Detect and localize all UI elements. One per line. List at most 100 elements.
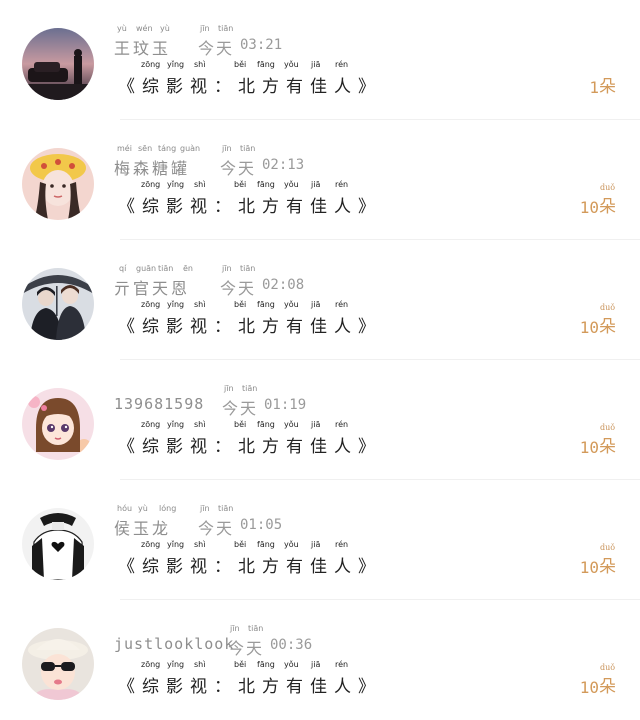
message-pinyin: jiā: [311, 180, 321, 189]
avatar[interactable]: [22, 388, 94, 460]
gift-unit-pinyin: duǒ: [600, 303, 616, 312]
comment-row[interactable]: méi sēn táng guàn 梅森糖罐 jīn tiān 今天 02:13…: [0, 120, 640, 240]
message-pinyin: yǐng: [167, 60, 185, 69]
gift-unit-pinyin: duǒ: [600, 423, 616, 432]
message-pinyin: shì: [194, 180, 206, 189]
gift-badge: 1朵: [589, 72, 616, 100]
message-pinyin: fāng: [257, 540, 275, 549]
gift-unit-label: 朵: [599, 77, 616, 97]
message-pinyin: yǒu: [284, 300, 299, 309]
timestamp: 02:13: [262, 157, 305, 173]
message-pinyin: fāng: [257, 60, 275, 69]
gift-count: 10: [579, 438, 599, 457]
avatar-image: [22, 28, 94, 100]
message-pinyin: shì: [194, 60, 206, 69]
message-pinyin: rén: [335, 300, 349, 309]
comment-row[interactable]: yù wén yù 王玟玉 jīn tiān 今天 03:21 zōng yǐn…: [0, 0, 640, 120]
avatar-image: [22, 628, 94, 700]
username[interactable]: 梅森糖罐: [114, 155, 190, 179]
username[interactable]: justlooklook: [114, 635, 234, 653]
time-label-pinyin: jīn: [200, 504, 210, 513]
gift-unit: duǒ 朵: [599, 543, 616, 577]
message-pinyin: yǐng: [167, 180, 185, 189]
message-pinyin: jiā: [311, 60, 321, 69]
time-label-pinyin: jīn: [222, 144, 232, 153]
username-pinyin: táng: [158, 144, 177, 153]
comment-row[interactable]: 139681598 jīn tiān 今天 01:19 zōng yǐng sh…: [0, 360, 640, 480]
message-pinyin: yǐng: [167, 660, 185, 669]
avatar[interactable]: [22, 268, 94, 340]
message-text: 《综影视：北方有佳人》: [118, 437, 382, 457]
message-text: 《综影视：北方有佳人》: [118, 317, 382, 337]
gift-count: 10: [579, 678, 599, 697]
gift-unit-pinyin: duǒ: [600, 543, 616, 552]
message-pinyin: zōng: [141, 60, 161, 69]
time-label-pinyin: tiān: [248, 624, 264, 633]
message-pinyin: zōng: [141, 420, 161, 429]
gift-unit-label: 朵: [599, 677, 616, 697]
gift-badge: 10 duǒ 朵: [579, 303, 616, 340]
message-pinyin: shì: [194, 300, 206, 309]
comment-row[interactable]: hóu yù lóng 侯玉龙 jīn tiān 今天 01:05 zōng y…: [0, 480, 640, 600]
time-label-pinyin: tiān: [218, 24, 234, 33]
username-pinyin: qí: [119, 264, 127, 273]
avatar[interactable]: [22, 148, 94, 220]
time-label-pinyin: jīn: [200, 24, 210, 33]
avatar[interactable]: [22, 628, 94, 700]
message-text: 《综影视：北方有佳人》: [118, 677, 382, 697]
message-pinyin: yǒu: [284, 660, 299, 669]
comment-row[interactable]: justlooklook jīn tiān 今天 00:36 zōng yǐng…: [0, 600, 640, 720]
username-pinyin: yù: [117, 24, 127, 33]
timestamp: 00:36: [270, 637, 313, 653]
time-label: 今天: [198, 519, 235, 538]
gift-count: 1: [589, 78, 599, 97]
time-label: 今天: [220, 279, 257, 298]
username[interactable]: 侯玉龙: [114, 515, 171, 539]
time-label: 今天: [220, 159, 257, 178]
gift-unit-label: 朵: [599, 557, 616, 577]
timestamp: 02:08: [262, 277, 305, 293]
message-pinyin: jiā: [311, 660, 321, 669]
message-pinyin: fāng: [257, 300, 275, 309]
username-pinyin: sēn: [138, 144, 153, 153]
username[interactable]: 139681598: [114, 395, 204, 413]
username-pinyin: lóng: [159, 504, 177, 513]
message-pinyin: fāng: [257, 420, 275, 429]
gift-unit: duǒ 朵: [599, 303, 616, 337]
avatar[interactable]: [22, 508, 94, 580]
message-pinyin: běi: [234, 60, 247, 69]
username-pinyin: ēn: [183, 264, 193, 273]
comment-row[interactable]: qí guān tiān ēn 亓官天恩 jīn tiān 今天 02:08 z…: [0, 240, 640, 360]
username[interactable]: 亓官天恩: [114, 275, 190, 299]
gift-badge: 10 duǒ 朵: [579, 423, 616, 460]
gift-unit: 朵: [599, 72, 616, 97]
username-pinyin: yù: [138, 504, 148, 513]
time-label: 今天: [198, 39, 235, 58]
message-pinyin: yǐng: [167, 300, 185, 309]
username-pinyin: méi: [117, 144, 132, 153]
username-pinyin: guàn: [180, 144, 201, 153]
message-pinyin: fāng: [257, 180, 275, 189]
message-pinyin: běi: [234, 540, 247, 549]
timestamp: 03:21: [240, 37, 283, 53]
avatar[interactable]: [22, 28, 94, 100]
time-label-pinyin: tiān: [218, 504, 234, 513]
message-text: 《综影视：北方有佳人》: [118, 557, 382, 577]
message-pinyin: zōng: [141, 300, 161, 309]
time-label: 今天: [228, 639, 265, 658]
username-pinyin: hóu: [117, 504, 133, 513]
gift-badge: 10 duǒ 朵: [579, 663, 616, 700]
time-label-pinyin: tiān: [240, 144, 256, 153]
message-pinyin: rén: [335, 420, 349, 429]
username[interactable]: 王玟玉: [114, 35, 171, 59]
time-label-pinyin: jīn: [224, 384, 234, 393]
gift-count: 10: [579, 318, 599, 337]
gift-count: 10: [579, 198, 599, 217]
avatar-image: [22, 508, 94, 580]
message-pinyin: yǒu: [284, 540, 299, 549]
time-label-pinyin: tiān: [242, 384, 258, 393]
message-pinyin: shì: [194, 660, 206, 669]
username-pinyin: yù: [160, 24, 170, 33]
message-pinyin: zōng: [141, 660, 161, 669]
time-label-pinyin: jīn: [230, 624, 240, 633]
